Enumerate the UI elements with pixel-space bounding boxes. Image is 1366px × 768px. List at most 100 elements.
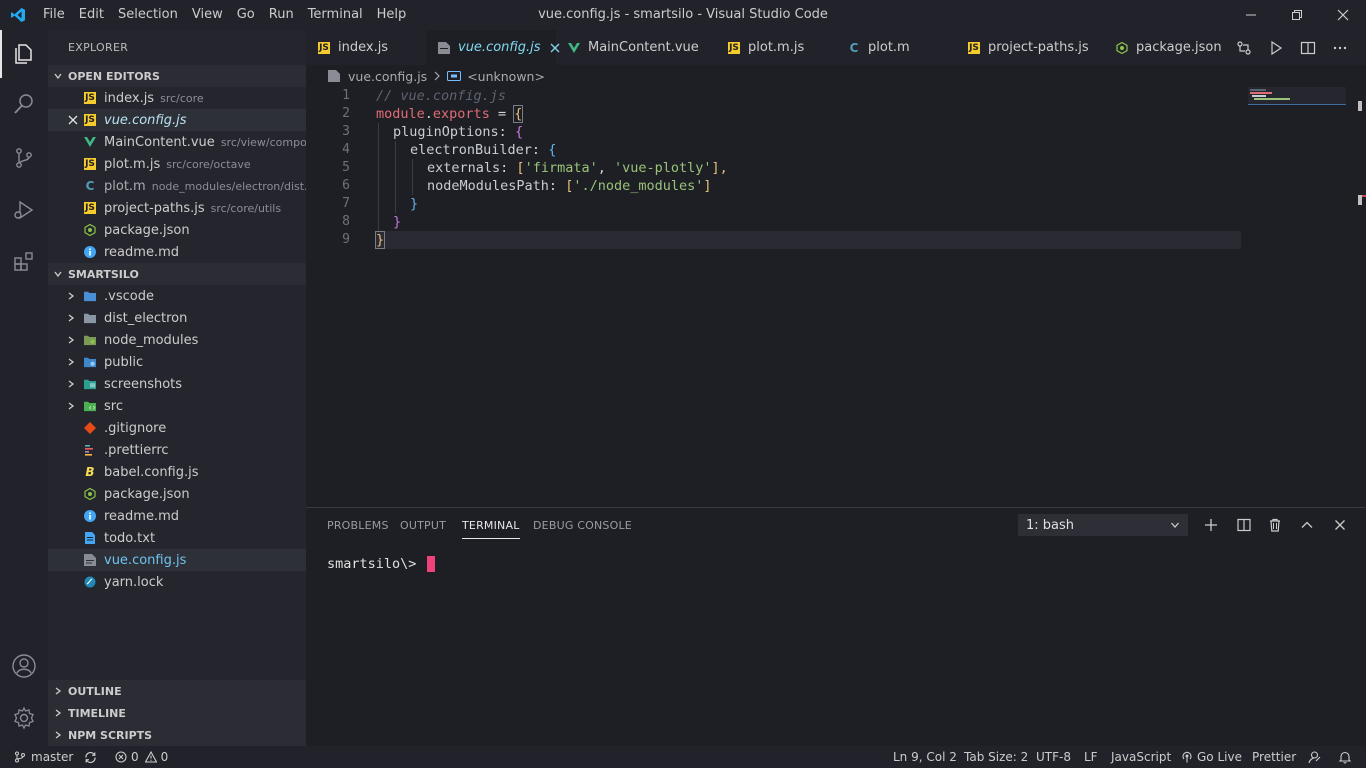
source-control-activity-button[interactable]: [0, 134, 48, 182]
folder-public[interactable]: public: [48, 351, 306, 373]
search-icon: [14, 94, 33, 114]
chevron-down-icon: [48, 71, 68, 81]
tab-package-json[interactable]: package.json: [1104, 30, 1226, 65]
menu-file[interactable]: File: [36, 0, 72, 30]
kill-terminal-button[interactable]: [1261, 512, 1289, 538]
explorer-activity-button[interactable]: [0, 30, 48, 78]
eol-status[interactable]: LF: [1084, 746, 1098, 768]
chevron-right-icon: [48, 686, 68, 696]
folder-node-modules[interactable]: node_modules: [48, 329, 306, 351]
project-header[interactable]: SMARTSILO: [48, 263, 306, 285]
folder-screenshots[interactable]: screenshots: [48, 373, 306, 395]
close-window-button[interactable]: [1320, 0, 1366, 30]
javascript-file-icon: JS: [84, 92, 96, 104]
file-gitignore[interactable]: .gitignore: [48, 417, 306, 439]
title-bar: File Edit Selection View Go Run Terminal…: [0, 0, 1366, 30]
open-editors-header[interactable]: OPEN EDITORS: [48, 65, 306, 87]
file-prettierrc[interactable]: .prettierrc: [48, 439, 306, 461]
file-readme-md[interactable]: readme.md: [48, 505, 306, 527]
problems-status[interactable]: 0 0: [115, 746, 168, 768]
menu-terminal[interactable]: Terminal: [301, 0, 370, 30]
line-number: 3: [342, 124, 350, 139]
code-editor[interactable]: 1 2 3 4 5 6 7 8 9 // vue.config.js modul…: [306, 87, 1366, 507]
notifications-button[interactable]: [1338, 746, 1352, 768]
terminal-select[interactable]: 1: bash: [1018, 514, 1188, 536]
run-file-button[interactable]: [1260, 30, 1292, 65]
config-file-icon: [328, 70, 340, 82]
editor-scrollbar[interactable]: [1354, 87, 1366, 507]
prettier-icon: [84, 444, 96, 456]
panel-tab-problems[interactable]: PROBLEMS: [327, 508, 389, 543]
tab-plot-m[interactable]: C plot.m: [836, 30, 956, 65]
prettier-status[interactable]: Prettier: [1252, 746, 1296, 768]
tab-maincontent-vue[interactable]: MainContent.vue: [556, 30, 716, 65]
file-todo-txt[interactable]: todo.txt: [48, 527, 306, 549]
tab-plot-m-js[interactable]: JS plot.m.js: [716, 30, 836, 65]
open-editor-readme-md[interactable]: readme.md: [48, 241, 306, 263]
bell-icon: [1338, 751, 1352, 764]
breadcrumb: vue.config.js <unknown>: [306, 65, 1246, 87]
open-editor-project-paths-js[interactable]: JS project-paths.js src/core/utils: [48, 197, 306, 219]
open-changes-button[interactable]: [1228, 30, 1260, 65]
folder-vscode[interactable]: .vscode: [48, 285, 306, 307]
folder-dist-electron[interactable]: dist_electron: [48, 307, 306, 329]
minimize-button[interactable]: [1228, 0, 1274, 30]
open-editor-package-json[interactable]: package.json: [48, 219, 306, 241]
encoding-status[interactable]: UTF-8: [1036, 746, 1071, 768]
file-vue-config-js[interactable]: vue.config.js: [48, 549, 306, 571]
split-editor-button[interactable]: [1292, 30, 1324, 65]
open-editor-plot-m-js[interactable]: JS plot.m.js src/core/octave: [48, 153, 306, 175]
feedback-button[interactable]: [1307, 746, 1321, 768]
open-editor-plot-m[interactable]: C plot.m node_modules/electron/dist...: [48, 175, 306, 197]
tab-project-paths-js[interactable]: JS project-paths.js: [956, 30, 1104, 65]
menu-run[interactable]: Run: [262, 0, 301, 30]
accounts-activity-button[interactable]: [0, 642, 48, 690]
explorer-sidebar: EXPLORER OPEN EDITORS JS index.js src/co…: [48, 30, 306, 746]
breadcrumb-file[interactable]: vue.config.js: [348, 69, 427, 84]
menu-help[interactable]: Help: [370, 0, 414, 30]
breadcrumb-symbol[interactable]: <unknown>: [467, 69, 545, 84]
more-actions-button[interactable]: [1324, 30, 1356, 65]
language-status[interactable]: JavaScript: [1111, 746, 1171, 768]
activity-bar: [0, 30, 48, 746]
maximize-panel-button[interactable]: [1293, 512, 1321, 538]
open-editor-maincontent-vue[interactable]: MainContent.vue src/view/compo...: [48, 131, 306, 153]
timeline-header[interactable]: TIMELINE: [48, 702, 306, 724]
split-terminal-button[interactable]: [1230, 512, 1258, 538]
tab-vue-config-js[interactable]: vue.config.js: [426, 30, 560, 65]
close-panel-button[interactable]: [1326, 512, 1354, 538]
menu-go[interactable]: Go: [230, 0, 262, 30]
search-activity-button[interactable]: [0, 80, 48, 128]
menu-view[interactable]: View: [185, 0, 230, 30]
config-file-icon: [438, 41, 450, 54]
panel-tab-output[interactable]: OUTPUT: [400, 508, 446, 543]
panel-tab-terminal[interactable]: TERMINAL: [462, 508, 520, 539]
cursor-position-status[interactable]: Ln 9, Col 2: [893, 746, 957, 768]
menu-edit[interactable]: Edit: [72, 0, 111, 30]
menu-selection[interactable]: Selection: [111, 0, 185, 30]
restore-button[interactable]: [1274, 0, 1320, 30]
folder-src[interactable]: src: [48, 395, 306, 417]
run-debug-activity-button[interactable]: [0, 186, 48, 234]
new-terminal-button[interactable]: [1197, 512, 1225, 538]
go-live-button[interactable]: Go Live: [1181, 746, 1242, 768]
sync-button[interactable]: [84, 746, 97, 768]
terminal-output[interactable]: smartsilo\>: [327, 556, 435, 572]
tab-index-js[interactable]: JS index.js: [306, 30, 426, 65]
open-editor-vue-config-js[interactable]: JS vue.config.js: [48, 109, 306, 131]
tab-size-status[interactable]: Tab Size: 2: [964, 746, 1028, 768]
file-babel-config-js[interactable]: B babel.config.js: [48, 461, 306, 483]
close-editor-icon[interactable]: [68, 115, 84, 125]
file-yarn-lock[interactable]: yarn.lock: [48, 571, 306, 593]
npm-scripts-header[interactable]: NPM SCRIPTS: [48, 724, 306, 746]
file-package-json[interactable]: package.json: [48, 483, 306, 505]
branch-status[interactable]: master: [14, 746, 73, 768]
npm-package-icon: [1116, 41, 1128, 54]
panel-tab-debug-console[interactable]: DEBUG CONSOLE: [533, 508, 632, 543]
open-editor-index-js[interactable]: JS index.js src/core: [48, 87, 306, 109]
extensions-activity-button[interactable]: [0, 238, 48, 286]
manage-activity-button[interactable]: [0, 694, 48, 742]
outline-header[interactable]: OUTLINE: [48, 680, 306, 702]
minimap[interactable]: [1248, 87, 1353, 507]
indent-guide: [378, 123, 379, 231]
